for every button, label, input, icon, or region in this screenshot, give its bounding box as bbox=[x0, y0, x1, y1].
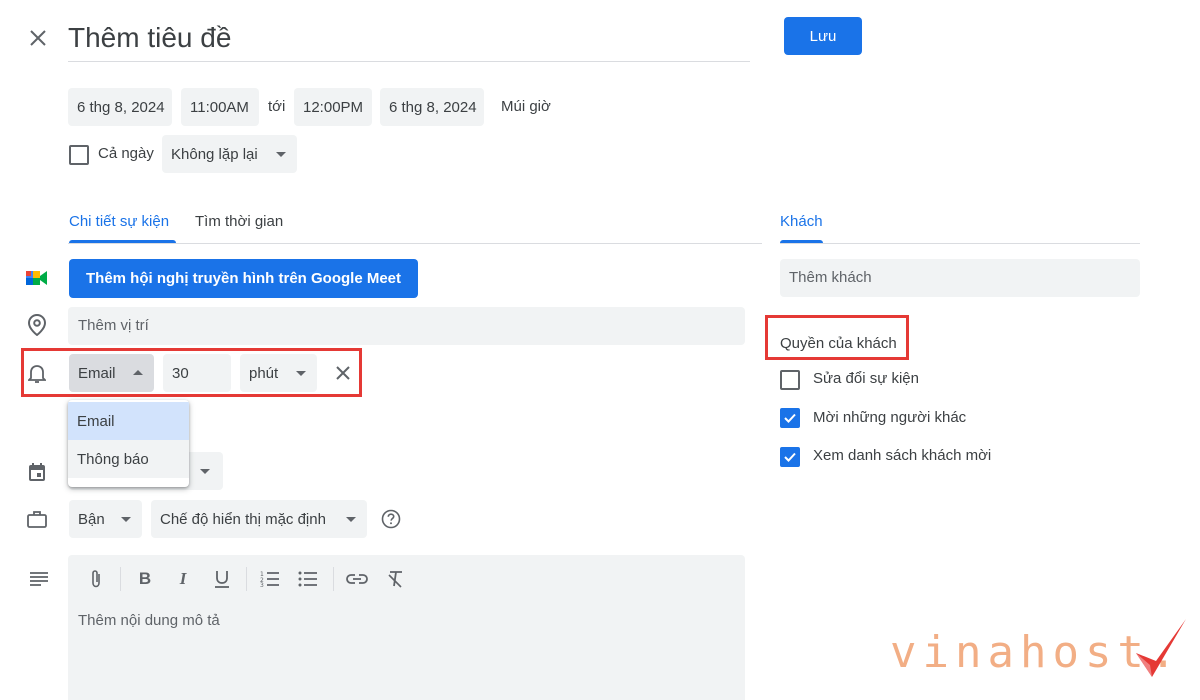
busy-value: Bận bbox=[78, 510, 105, 528]
permissions-highlight bbox=[765, 315, 909, 360]
repeat-select[interactable]: Không lặp lại bbox=[162, 135, 297, 173]
google-meet-button[interactable]: Thêm hội nghị truyền hình trên Google Me… bbox=[69, 259, 418, 298]
end-time: 12:00PM bbox=[303, 98, 364, 116]
tab-details[interactable]: Chi tiết sự kiện bbox=[69, 213, 169, 230]
permission-label-see-list: Xem danh sách khách mời bbox=[813, 447, 992, 464]
briefcase-icon bbox=[25, 508, 49, 530]
close-icon[interactable] bbox=[26, 26, 50, 50]
editor-toolbar: B I 123 bbox=[68, 565, 745, 595]
tab-find-time[interactable]: Tìm thời gian bbox=[195, 213, 283, 230]
location-pin-icon bbox=[26, 313, 48, 337]
save-label: Lưu bbox=[809, 27, 837, 45]
checkmark-logo-icon bbox=[1136, 619, 1186, 677]
permission-label-modify: Sửa đổi sự kiện bbox=[813, 370, 919, 387]
save-button[interactable]: Lưu bbox=[784, 17, 862, 55]
description-placeholder: Thêm nội dung mô tả bbox=[78, 612, 220, 629]
repeat-value: Không lặp lại bbox=[171, 145, 258, 163]
start-time: 11:00AM bbox=[190, 98, 249, 116]
help-icon[interactable] bbox=[380, 508, 402, 530]
google-meet-label: Thêm hội nghị truyền hình trên Google Me… bbox=[86, 270, 401, 287]
notification-highlight bbox=[21, 348, 362, 397]
to-label: tới bbox=[268, 98, 286, 115]
start-date-chip[interactable]: 6 thg 8, 2024 bbox=[68, 88, 172, 126]
all-day-label: Cả ngày bbox=[98, 145, 154, 162]
title-input[interactable]: Thêm tiêu đề bbox=[68, 14, 750, 62]
visibility-select[interactable]: Chế độ hiển thị mặc định bbox=[151, 500, 367, 538]
all-day-checkbox[interactable] bbox=[69, 145, 89, 165]
end-time-chip[interactable]: 12:00PM bbox=[294, 88, 372, 126]
start-date: 6 thg 8, 2024 bbox=[77, 98, 165, 116]
calendar-icon bbox=[26, 461, 48, 483]
permission-checkbox-see-list[interactable] bbox=[780, 447, 800, 467]
google-meet-icon bbox=[24, 266, 50, 290]
toolbar-separator bbox=[333, 567, 334, 591]
end-date-chip[interactable]: 6 thg 8, 2024 bbox=[380, 88, 484, 126]
dropdown-option-label: Thông báo bbox=[77, 450, 149, 468]
description-editor[interactable]: B I 123 Thêm nội dung mô tả bbox=[68, 555, 745, 700]
guests-tab-divider bbox=[780, 243, 1140, 244]
tabs-divider bbox=[68, 243, 762, 244]
clear-formatting-icon[interactable] bbox=[384, 568, 408, 590]
add-guest-placeholder: Thêm khách bbox=[789, 269, 872, 286]
chevron-down-icon bbox=[121, 517, 131, 522]
title-placeholder: Thêm tiêu đề bbox=[68, 22, 232, 53]
watermark-logo: vinahost. bbox=[890, 615, 1195, 695]
add-guest-input[interactable]: Thêm khách bbox=[780, 259, 1140, 297]
chevron-down-icon bbox=[276, 152, 286, 157]
underline-icon[interactable] bbox=[211, 567, 233, 591]
toolbar-separator bbox=[120, 567, 121, 591]
numbered-list-icon[interactable]: 123 bbox=[258, 568, 282, 590]
link-icon[interactable] bbox=[345, 568, 369, 590]
start-time-chip[interactable]: 11:00AM bbox=[181, 88, 259, 126]
bulleted-list-icon[interactable] bbox=[296, 568, 320, 590]
toolbar-separator bbox=[246, 567, 247, 591]
description-icon bbox=[28, 569, 50, 589]
checkmark-icon bbox=[784, 413, 796, 423]
permission-label-invite: Mời những người khác bbox=[813, 409, 967, 426]
tab-guests[interactable]: Khách bbox=[780, 213, 823, 230]
dropdown-option-notification[interactable]: Thông báo bbox=[68, 440, 189, 478]
chevron-down-icon bbox=[346, 517, 356, 522]
busy-select[interactable]: Bận bbox=[69, 500, 142, 538]
bold-icon[interactable]: B bbox=[134, 567, 156, 591]
visibility-value: Chế độ hiển thị mặc định bbox=[160, 510, 326, 528]
checkmark-icon bbox=[784, 452, 796, 462]
svg-text:3: 3 bbox=[260, 582, 264, 587]
attachment-icon[interactable] bbox=[86, 568, 106, 590]
dropdown-option-email[interactable]: Email bbox=[68, 402, 189, 440]
end-date: 6 thg 8, 2024 bbox=[389, 98, 477, 116]
dropdown-option-label: Email bbox=[77, 412, 115, 430]
permission-checkbox-modify[interactable] bbox=[780, 370, 800, 390]
chevron-down-icon bbox=[200, 469, 210, 474]
notification-type-dropdown: Email Thông báo bbox=[68, 400, 189, 487]
location-input[interactable]: Thêm vị trí bbox=[68, 307, 745, 345]
timezone-link[interactable]: Múi giờ bbox=[501, 98, 551, 115]
permission-checkbox-invite[interactable] bbox=[780, 408, 800, 428]
italic-icon[interactable]: I bbox=[172, 567, 194, 591]
location-placeholder: Thêm vị trí bbox=[78, 317, 149, 334]
